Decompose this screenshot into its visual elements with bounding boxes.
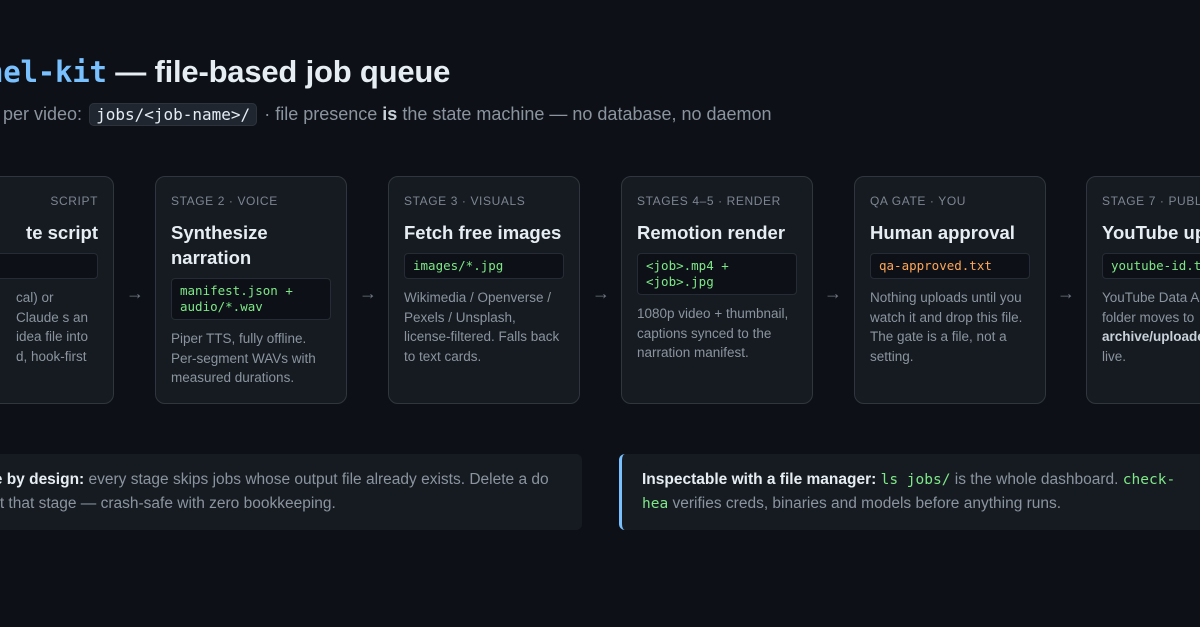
arrow-icon: → xyxy=(126,283,144,303)
title-code: nel-kit xyxy=(0,55,107,89)
stage-output-file: <job>.mp4 + <job>.jpg xyxy=(637,253,797,295)
arrow-icon: → xyxy=(1057,283,1075,303)
stage-output-file: qa-approved.txt xyxy=(870,253,1030,279)
stage-heading: Human approval xyxy=(870,222,1015,243)
subtitle-middle: · file presence xyxy=(264,104,378,124)
arrow-icon: → xyxy=(359,283,377,303)
stage-card-script: SCRIPT te script json cal) or Claude s a… xyxy=(0,176,114,404)
note-idempotent: ble by design: every stage skips jobs wh… xyxy=(0,454,582,530)
subtitle-emphasis: is xyxy=(382,104,398,124)
stage-kicker: STAGE 2 · VOICE xyxy=(171,194,278,208)
stage-kicker: STAGE 3 · VISUALS xyxy=(404,194,526,208)
stage-description-text: YouTube Data AP folder moves to xyxy=(1102,290,1200,325)
stage-card-visuals: STAGE 3 · VISUALS Fetch free images imag… xyxy=(388,176,580,404)
note-inspectable: Inspectable with a file manager: ls jobs… xyxy=(619,454,1200,530)
arrow-icon: → xyxy=(824,283,842,303)
arrow-icon: → xyxy=(592,283,610,303)
stage-heading: YouTube up xyxy=(1102,222,1200,243)
page-subtitle: r per video: jobs/<job-name>/ · file pre… xyxy=(0,103,772,126)
stage-description: cal) or Claude s an idea file into d, ho… xyxy=(16,290,89,364)
stage-kicker: SCRIPT xyxy=(50,194,98,208)
page-title: nel-kit — file-based job queue xyxy=(0,54,450,90)
stage-kicker: STAGES 4–5 · RENDER xyxy=(637,194,781,208)
stage-card-publish: STAGE 7 · PUBLI YouTube up youtube-id.t … xyxy=(1086,176,1200,404)
stage-description: YouTube Data AP folder moves to archive/… xyxy=(1102,288,1200,366)
stage-card-qa-gate: QA GATE · YOU Human approval qa-approved… xyxy=(854,176,1046,404)
title-text: — file-based job queue xyxy=(106,54,451,89)
stage-kicker: QA GATE · YOU xyxy=(870,194,967,208)
stage-output-file: youtube-id.t xyxy=(1102,253,1200,279)
stage-description: Wikimedia / Openverse / Pexels / Unsplas… xyxy=(404,290,560,364)
pipeline-page: nel-kit — file-based job queue r per vid… xyxy=(0,0,1200,627)
stage-heading: Remotion render xyxy=(637,222,786,243)
stage-description-path: archive/uploade xyxy=(1102,329,1200,344)
stage-output-file: manifest.json + audio/*.wav xyxy=(171,278,331,320)
stage-card-render: STAGES 4–5 · RENDER Remotion render <job… xyxy=(621,176,813,404)
note-text-suffix: verifies creds, binaries and models befo… xyxy=(672,495,1062,512)
note-title: ble by design: xyxy=(0,471,85,488)
stage-card-voice: STAGE 2 · VOICE Synthesize narration man… xyxy=(155,176,347,404)
subtitle-code: jobs/<job-name>/ xyxy=(89,103,258,126)
stage-heading: Synthesize narration xyxy=(171,222,268,268)
subtitle-prefix: r per video: xyxy=(0,104,83,124)
stage-heading: Fetch free images xyxy=(404,222,562,243)
note-text: is the whole dashboard. xyxy=(954,471,1119,488)
stage-output-file: json xyxy=(0,253,98,279)
stage-description: Piper TTS, fully offline. Per-segment WA… xyxy=(171,331,316,385)
subtitle-suffix: the state machine — no database, no daem… xyxy=(402,104,772,124)
stage-heading: te script xyxy=(26,222,98,243)
stage-description: Nothing uploads until you watch it and d… xyxy=(870,290,1023,364)
stage-description: 1080p video + thumbnail, captions synced… xyxy=(637,306,789,360)
stage-output-file: images/*.jpg xyxy=(404,253,564,279)
stage-kicker: STAGE 7 · PUBLI xyxy=(1102,194,1200,208)
stage-description-suffix: live. xyxy=(1102,348,1127,364)
note-title: Inspectable with a file manager: xyxy=(642,471,877,488)
note-code-ls: ls jobs/ xyxy=(880,472,951,488)
